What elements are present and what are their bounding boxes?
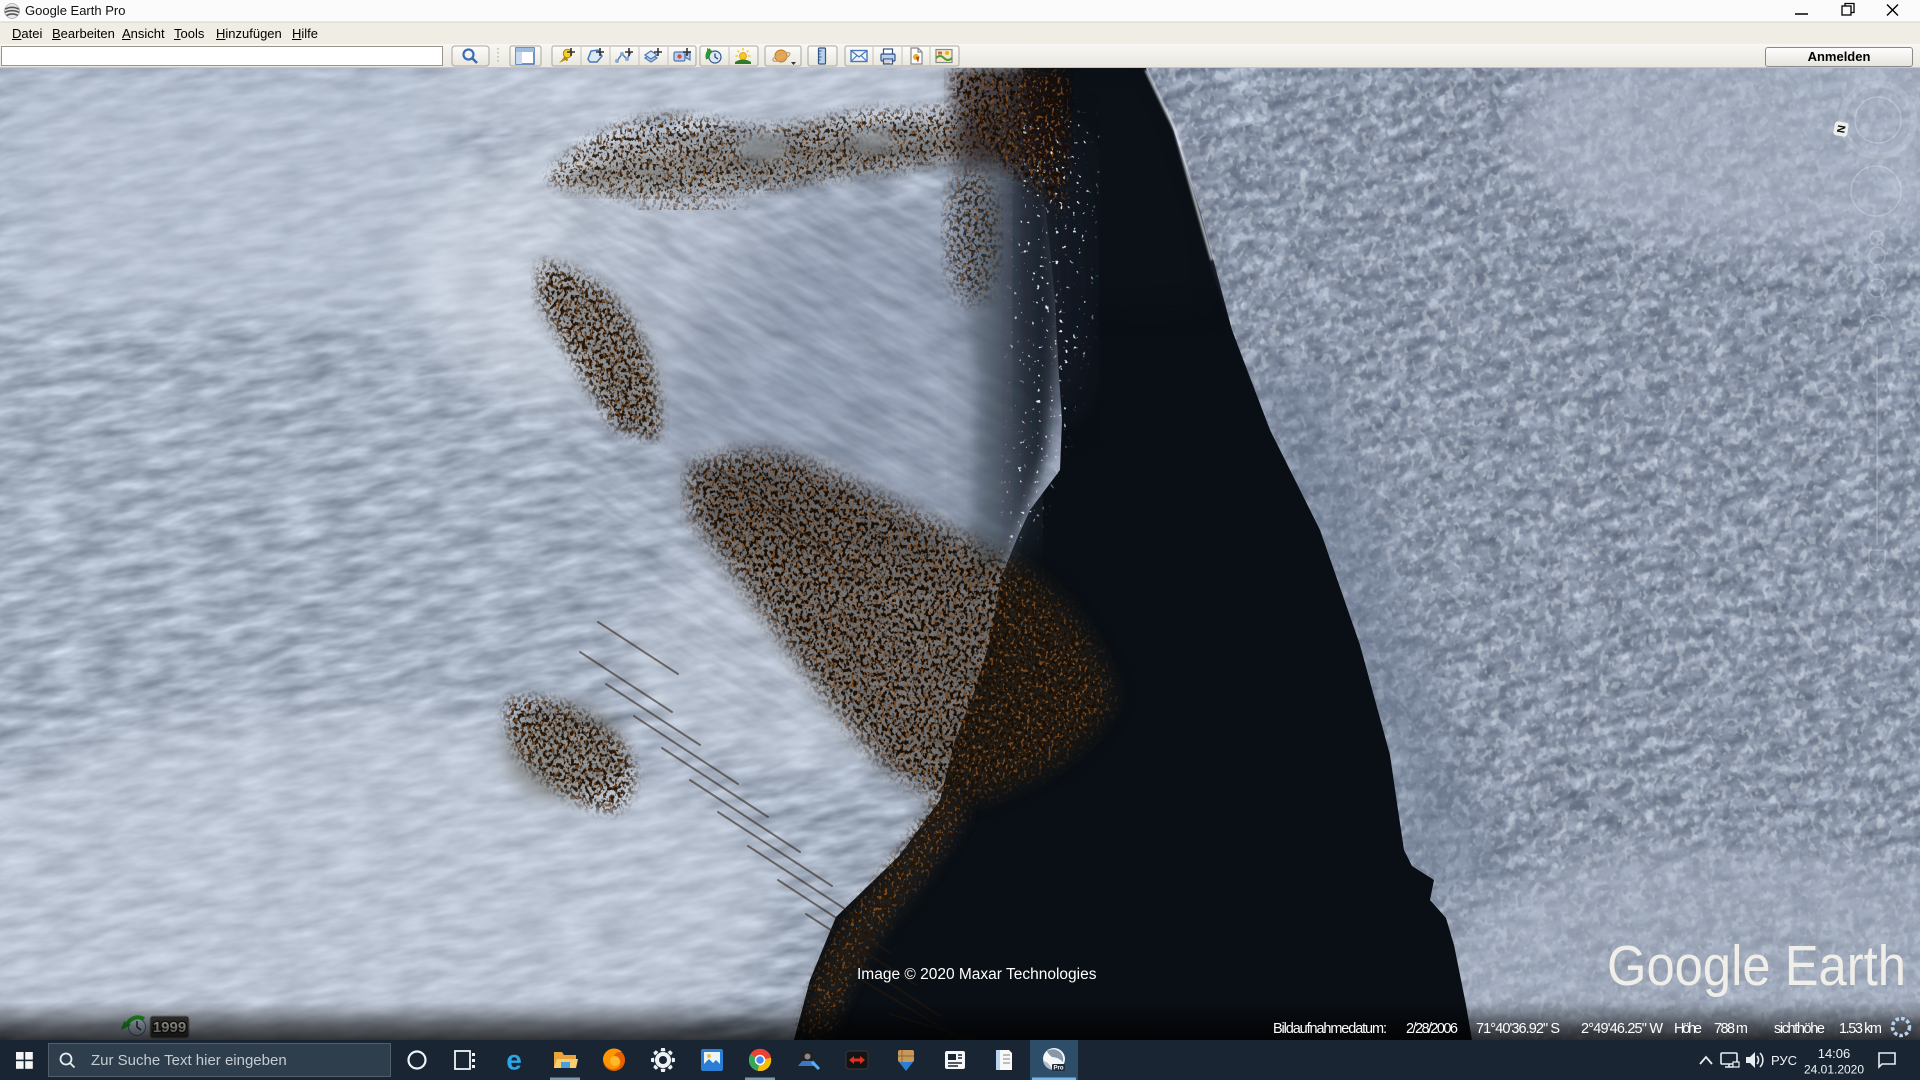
svg-text:Pro: Pro [1053, 1066, 1063, 1072]
svg-text:Image © 2020 Maxar Technologie: Image © 2020 Maxar Technologies [857, 966, 1097, 983]
svg-text:РУС: РУС [1771, 1053, 1797, 1068]
svg-text:e: e [506, 1045, 522, 1076]
svg-text:Bildaufnahmedatum:: Bildaufnahmedatum: [1273, 1021, 1387, 1037]
svg-text:71°40'36.92" S: 71°40'36.92" S [1476, 1021, 1560, 1037]
svg-text:788 m: 788 m [1714, 1021, 1748, 1037]
svg-text:24.01.2020: 24.01.2020 [1804, 1063, 1864, 1077]
svg-text:1.53 km: 1.53 km [1839, 1021, 1882, 1037]
svg-text:Google Earth: Google Earth [1607, 934, 1906, 998]
svg-text:2/28/2006: 2/28/2006 [1406, 1021, 1458, 1037]
svg-text:14:06: 14:06 [1818, 1046, 1851, 1061]
svg-text:Höhe: Höhe [1674, 1021, 1702, 1037]
svg-text:sichthöhe: sichthöhe [1774, 1021, 1825, 1037]
svg-text:2°49'46.25" W: 2°49'46.25" W [1581, 1021, 1663, 1037]
